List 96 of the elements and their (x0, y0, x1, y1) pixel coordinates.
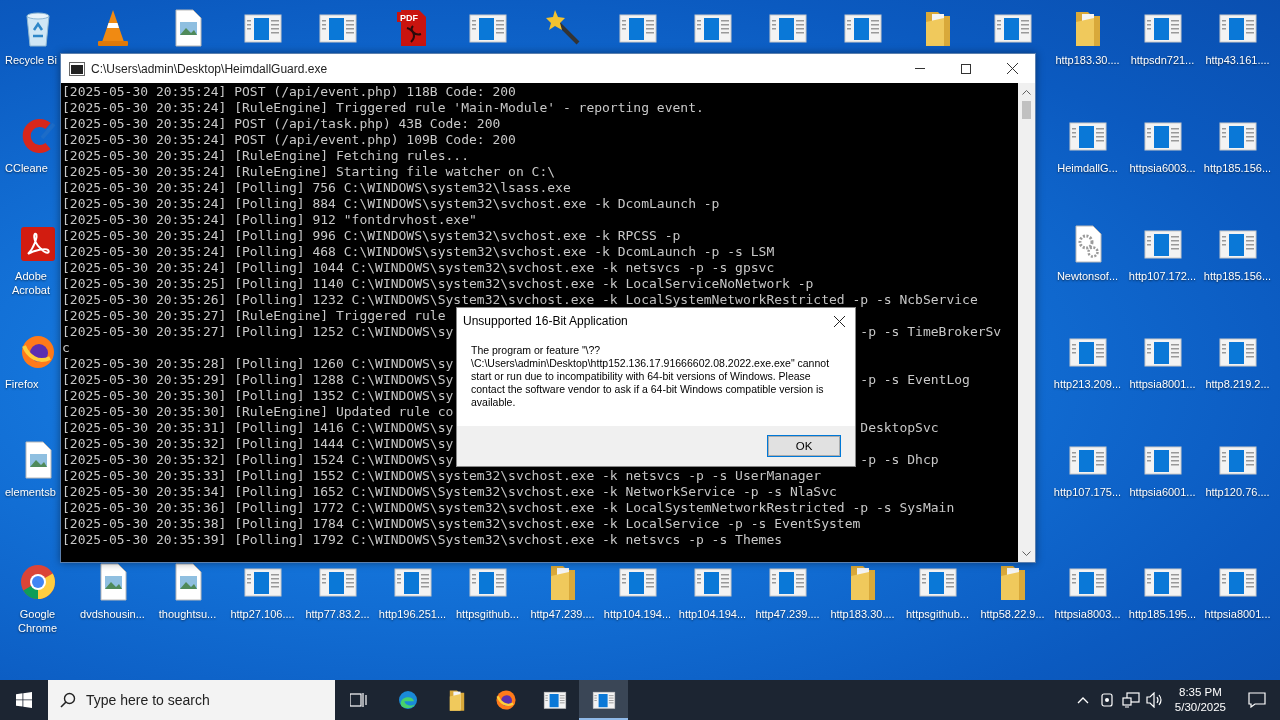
console-line: [2025-05-30 20:35:24] POST (/api/task.php) 43B Code: 200 (62, 116, 501, 132)
dialog-title: Unsupported 16-Bit Application (463, 314, 629, 328)
icon-label[interactable]: http58.22.9... (980, 607, 1045, 621)
icon-label[interactable]: HeimdallG... (1057, 161, 1118, 175)
console-line: [2025-05-30 20:35:24] [Polling] 468 C:\WINDOWS\system32\svchost.exe -k DcomLaunch -p -s LSM (62, 244, 775, 260)
task-view-icon (350, 693, 368, 707)
console-line: [2025-05-30 20:35:24] POST (/api/event.php) 118B Code: 200 (62, 84, 516, 100)
console-line: -p -s EventLog (860, 372, 970, 388)
chevron-up-icon (1076, 696, 1089, 704)
console-line: [2025-05-30 20:35:25] [Polling] 1140 C:\WINDOWS\system32\svchost.exe -k LocalServiceNoNetwork -p (62, 276, 814, 292)
clock-time[interactable]: 8:35 PM (1179, 685, 1222, 700)
device-icon (1100, 693, 1113, 707)
icon-label[interactable]: http185.195... (1128, 607, 1197, 621)
icon-label[interactable]: httpsia6001... (1129, 485, 1196, 499)
icon-label[interactable]: elementsb (5, 485, 56, 499)
console-line: [2025-05-30 20:35:24] [Polling] 884 C:\WINDOWS\system32\svchost.exe -k DcomLaunch -p (62, 196, 720, 212)
close-icon (1006, 63, 1018, 74)
caret-down-icon (1022, 550, 1031, 557)
console-line: [2025-05-30 20:35:26] [Polling] 1232 C:\WINDOWS\System32\svchost.exe -k LocalSystemNetworkRestricted -p -s NcbService (62, 292, 978, 308)
scrollbar-thumb[interactable] (1022, 101, 1031, 119)
volume-icon (1145, 692, 1164, 708)
console-line: [2025-05-30 20:35:24] [Polling] 996 C:\WINDOWS\system32\svchost.exe -k RPCSS -p (62, 228, 681, 244)
icon-label[interactable]: httpsgithub... (456, 607, 519, 621)
close-icon (833, 315, 845, 327)
icon-label[interactable]: httpsia6003... (1129, 161, 1196, 175)
console-line: [2025-05-30 20:35:24] [RuleEngine] Triggered rule 'Main-Module' - reporting event. (62, 100, 704, 116)
icon-label[interactable]: http8.219.2... (1205, 377, 1270, 391)
console-line: [2025-05-30 20:35:24] [Polling] 912 "fontdrvhost.exe" (62, 212, 477, 228)
caret-up-icon (1022, 88, 1031, 95)
icon-label[interactable]: httpsia8003... (1054, 607, 1121, 621)
console-line: [2025-05-30 20:35:24] [RuleEngine] Starting file watcher on C:\ (62, 164, 556, 180)
icon-label[interactable]: http183.30.... (1055, 53, 1120, 67)
console-line: [2025-05-30 20:35:32] [Polling] 1524 C:\WINDOWS\sy (62, 452, 454, 468)
console-line: -p -s TimeBrokerSv (860, 324, 1002, 340)
icon-label[interactable]: http77.83.2... (305, 607, 370, 621)
console-line: [2025-05-30 20:35:27] [Polling] 1252 C:\WINDOWS\sy (62, 324, 454, 340)
console-line: -p -s Dhcp (860, 452, 939, 468)
console-line: [2025-05-30 20:35:30] [Polling] 1352 C:\WINDOWS\sy (62, 388, 454, 404)
console-line: c (62, 340, 70, 356)
error-message: The program or feature "\??\C:\Users\admin\Desktop\http152.136.17.91666602.08.2022.exe.exe" cannot start or run due to incompatibility with 64-bit versions of Windows. Please contact the software vendor to ask if a 64-bit Windows compatible version is available. (470, 343, 831, 410)
windows-logo-icon (16, 692, 32, 708)
icon-label[interactable]: http104.194... (603, 607, 672, 621)
icon-label[interactable]: Newtonsof... (1056, 269, 1119, 283)
icon-label[interactable]: http183.30.... (830, 607, 895, 621)
browser-icon (493, 688, 518, 712)
console-line: [2025-05-30 20:35:28] [Polling] 1260 C:\WINDOWS\sy (62, 356, 454, 372)
console-line: [2025-05-30 20:35:24] POST (/api/event.php) 109B Code: 200 (62, 132, 516, 148)
icon-label[interactable]: httpsia8001... (1129, 377, 1196, 391)
console-line: [2025-05-30 20:35:36] [Polling] 1772 C:\WINDOWS\system32\svchost.exe -k LocalSystemNetworkRestricted -p -s SysMain (62, 500, 955, 516)
icon-label[interactable]: httpsdn721... (1130, 53, 1195, 67)
icon-label[interactable]: http196.251... (378, 607, 447, 621)
clock-date[interactable]: 5/30/2025 (1174, 700, 1226, 715)
console-line: [2025-05-30 20:35:29] [Polling] 1288 C:\WINDOWS\Sy (62, 372, 454, 388)
icon-label[interactable]: http185.156... (1203, 269, 1272, 283)
console-line: [2025-05-30 20:35:31] [Polling] 1416 C:\WINDOWS\sy (62, 420, 454, 436)
network-icon (1121, 692, 1140, 708)
icon-label[interactable]: http43.161.... (1205, 53, 1270, 67)
console-line: [2025-05-30 20:35:39] [Polling] 1792 C:\WINDOWS\System32\svchost.exe -k netsvcs -p -s Themes (62, 532, 783, 548)
icon-label[interactable]: http213.209... (1053, 377, 1122, 391)
icon-label[interactable]: Google Chrome (3, 607, 72, 635)
console-window-icon (69, 61, 85, 76)
icon-label[interactable]: httpsgithub... (906, 607, 969, 621)
console-line: [2025-05-30 20:35:30] [RuleEngine] Updated rule co (62, 404, 454, 420)
console-line: [2025-05-30 20:35:34] [Polling] 1652 C:\WINDOWS\System32\svchost.exe -k NetworkService -p -s NlaSvc (62, 484, 837, 500)
icon-label[interactable]: http107.175... (1053, 485, 1122, 499)
icon-label[interactable]: http107.172... (1128, 269, 1197, 283)
ok-button[interactable]: OK (767, 435, 841, 457)
icon-label[interactable]: http27.106.... (230, 607, 295, 621)
icon-label[interactable]: Recycle Bi (5, 53, 57, 67)
icon-label[interactable]: http47.239.... (530, 607, 595, 621)
console-line: [2025-05-30 20:35:38] [Polling] 1784 C:\WINDOWS\system32\svchost.exe -k LocalService -p -s EventSystem (62, 516, 861, 532)
window-title: C:\Users\admin\Desktop\HeimdallGuard.exe (91, 61, 329, 76)
icon-label[interactable]: thoughtsu... (158, 607, 217, 621)
console-line: DesktopSvc (860, 420, 939, 436)
scrollbar[interactable] (1018, 83, 1035, 562)
icon-label[interactable]: Adobe Acrobat (5, 269, 57, 297)
search-field[interactable]: Type here to search (48, 680, 335, 720)
console-line: [2025-05-30 20:35:27] [RuleEngine] Triggered rule (62, 308, 446, 324)
icon-label[interactable]: Firefox (5, 377, 39, 391)
icon-label[interactable]: http47.239.... (755, 607, 820, 621)
console-line: [2025-05-30 20:35:33] [Polling] 1552 C:\WINDOWS\system32\svchost.exe -k netsvcs -p -s UserManager (62, 468, 822, 484)
minimize-icon (915, 68, 925, 69)
icon-label[interactable]: CCleane (5, 161, 48, 175)
icon-label[interactable]: dvdshousin... (80, 607, 145, 621)
console-line: [2025-05-30 20:35:24] [RuleEngine] Fetching rules... (62, 148, 469, 164)
icon-label[interactable]: http185.156... (1203, 161, 1272, 175)
icon-label[interactable]: http120.76.... (1205, 485, 1270, 499)
console-line: [2025-05-30 20:35:24] [Polling] 1044 C:\WINDOWS\system32\svchost.exe -k netsvcs -p -s gpsvc (62, 260, 775, 276)
icon-label[interactable]: http104.194... (678, 607, 747, 621)
icon-label[interactable]: httpsia8001... (1204, 607, 1271, 621)
console-line: [2025-05-30 20:35:32] [Polling] 1444 C:\WINDOWS\sy (62, 436, 454, 452)
search-icon (60, 692, 76, 708)
console-line: [2025-05-30 20:35:24] [Polling] 756 C:\WINDOWS\system32\lsass.exe (62, 180, 571, 196)
maximize-icon (961, 63, 971, 74)
notifications-icon (1248, 692, 1266, 708)
taskbar-app-button[interactable] (579, 680, 628, 720)
